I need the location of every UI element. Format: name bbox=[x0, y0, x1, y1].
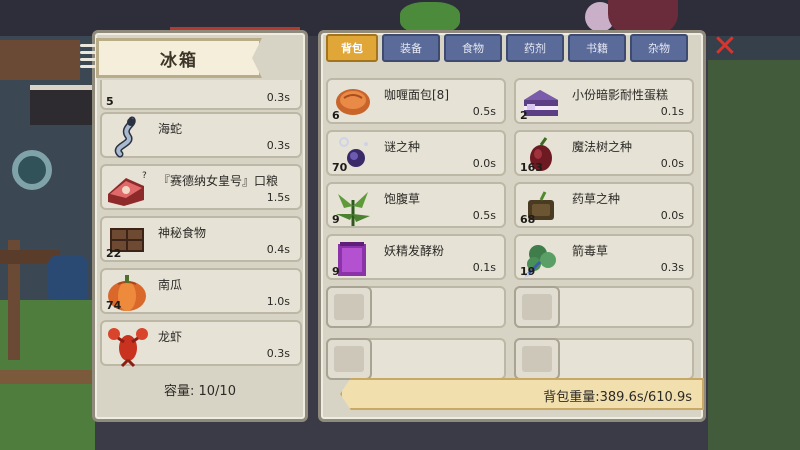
item-count: 2 bbox=[520, 109, 528, 122]
bag-item[interactable]: 68 药草之种 0.0s bbox=[514, 182, 694, 228]
item-time: 0.3s bbox=[266, 91, 290, 104]
notebook-spiral bbox=[80, 44, 98, 74]
background-shelf bbox=[0, 40, 80, 80]
item-count: 22 bbox=[106, 247, 122, 260]
empty-slot[interactable] bbox=[326, 338, 372, 380]
item-name: 『赛德纳女皇号』口粮 bbox=[158, 174, 279, 188]
empty-slot[interactable] bbox=[326, 286, 372, 328]
bag-weight: 背包重量:389.6s/610.9s bbox=[543, 390, 692, 405]
fridge-item-list[interactable]: 5 0.3s 海蛇 0.3s ? 『赛德纳女皇号』口粮 1.5s 22 神秘食物… bbox=[100, 80, 302, 370]
item-time: 0.1s bbox=[472, 261, 496, 274]
item-name: 咖喱面包[8] bbox=[384, 88, 449, 102]
background-plate bbox=[12, 150, 52, 190]
fridge-item[interactable]: 22 神秘食物 0.4s bbox=[100, 216, 302, 262]
tab-bag[interactable]: 背包 bbox=[326, 34, 378, 62]
item-count: 68 bbox=[520, 213, 536, 226]
item-name: 魔法树之种 bbox=[572, 140, 633, 154]
item-time: 1.0s bbox=[266, 295, 290, 308]
fridge-item[interactable]: 5 0.3s bbox=[100, 80, 302, 110]
bag-item[interactable]: 9 饱腹草 0.5s bbox=[326, 182, 506, 228]
bag-item[interactable]: 9 妖精发酵粉 0.1s bbox=[326, 234, 506, 280]
item-name: 药草之种 bbox=[572, 192, 621, 206]
close-button[interactable]: ✕ bbox=[708, 30, 742, 64]
item-count: 6 bbox=[332, 109, 340, 122]
tab-books[interactable]: 书籍 bbox=[568, 34, 626, 62]
meat-ration-icon: ? bbox=[104, 168, 150, 212]
bag-item[interactable]: 163 魔法树之种 0.0s bbox=[514, 130, 694, 176]
item-name: 南瓜 bbox=[158, 278, 183, 292]
item-time: 0.3s bbox=[660, 261, 684, 274]
fridge-item[interactable]: 龙虾 0.3s bbox=[100, 320, 302, 368]
item-name: 小份暗影耐性蛋糕 bbox=[572, 88, 669, 102]
bag-item[interactable]: 70 谜之种 0.0s bbox=[326, 130, 506, 176]
item-count: 163 bbox=[520, 161, 543, 174]
item-name: 饱腹草 bbox=[384, 192, 421, 206]
lobster-icon bbox=[104, 324, 150, 368]
tab-misc[interactable]: 杂物 bbox=[630, 34, 688, 62]
svg-text:?: ? bbox=[142, 171, 147, 181]
background-lights bbox=[170, 0, 300, 30]
item-time: 0.1s bbox=[660, 105, 684, 118]
item-count: 9 bbox=[332, 265, 340, 278]
item-time: 0.4s bbox=[266, 243, 290, 256]
empty-slot[interactable] bbox=[514, 338, 560, 380]
bag-item[interactable]: 19 箭毒草 0.3s bbox=[514, 234, 694, 280]
bag-item[interactable]: 6 咖喱面包[8] 0.5s bbox=[326, 78, 506, 124]
tab-equipment[interactable]: 装备 bbox=[382, 34, 440, 62]
item-time: 0.3s bbox=[266, 347, 290, 360]
item-count: 74 bbox=[106, 299, 122, 312]
item-time: 0.0s bbox=[660, 157, 684, 170]
sea-snake-icon bbox=[104, 116, 150, 160]
item-name: 龙虾 bbox=[158, 330, 183, 344]
item-time: 0.0s bbox=[660, 209, 684, 222]
item-time: 1.5s bbox=[266, 191, 290, 204]
background-fence bbox=[0, 370, 95, 384]
bag-weight-bar: 背包重量:389.6s/610.9s bbox=[340, 378, 704, 410]
fridge-capacity: 容量: 10/10 bbox=[164, 384, 236, 399]
bag-tabs: 背包 装备 食物 药剂 书籍 杂物 bbox=[326, 34, 688, 64]
item-time: 0.5s bbox=[472, 209, 496, 222]
fridge-item[interactable]: 74 南瓜 1.0s bbox=[100, 268, 302, 314]
fridge-title: 冰箱 bbox=[160, 50, 198, 71]
background-garden-right bbox=[708, 60, 800, 450]
item-name: 妖精发酵粉 bbox=[384, 244, 445, 258]
tab-food[interactable]: 食物 bbox=[444, 34, 502, 62]
item-time: 0.0s bbox=[472, 157, 496, 170]
item-time: 0.3s bbox=[266, 139, 290, 152]
item-count: 19 bbox=[520, 265, 536, 278]
background-barrel bbox=[608, 0, 678, 34]
item-count: 70 bbox=[332, 161, 348, 174]
item-count: 9 bbox=[332, 213, 340, 226]
empty-slot[interactable] bbox=[514, 286, 560, 328]
item-name: 海蛇 bbox=[158, 122, 183, 136]
item-name: 箭毒草 bbox=[572, 244, 609, 258]
tab-potion[interactable]: 药剂 bbox=[506, 34, 564, 62]
fridge-title-banner: 冰箱 bbox=[96, 38, 262, 78]
item-name: 神秘食物 bbox=[158, 226, 207, 240]
item-time: 0.5s bbox=[472, 105, 496, 118]
fridge-item[interactable]: ? 『赛德纳女皇号』口粮 1.5s bbox=[100, 164, 302, 210]
background-piano bbox=[30, 85, 92, 125]
item-count: 5 bbox=[106, 95, 114, 108]
background-pot bbox=[48, 255, 88, 300]
bag-item[interactable]: 2 小份暗影耐性蛋糕 0.1s bbox=[514, 78, 694, 124]
fridge-item[interactable]: 海蛇 0.3s bbox=[100, 112, 302, 158]
item-name: 谜之种 bbox=[384, 140, 421, 154]
